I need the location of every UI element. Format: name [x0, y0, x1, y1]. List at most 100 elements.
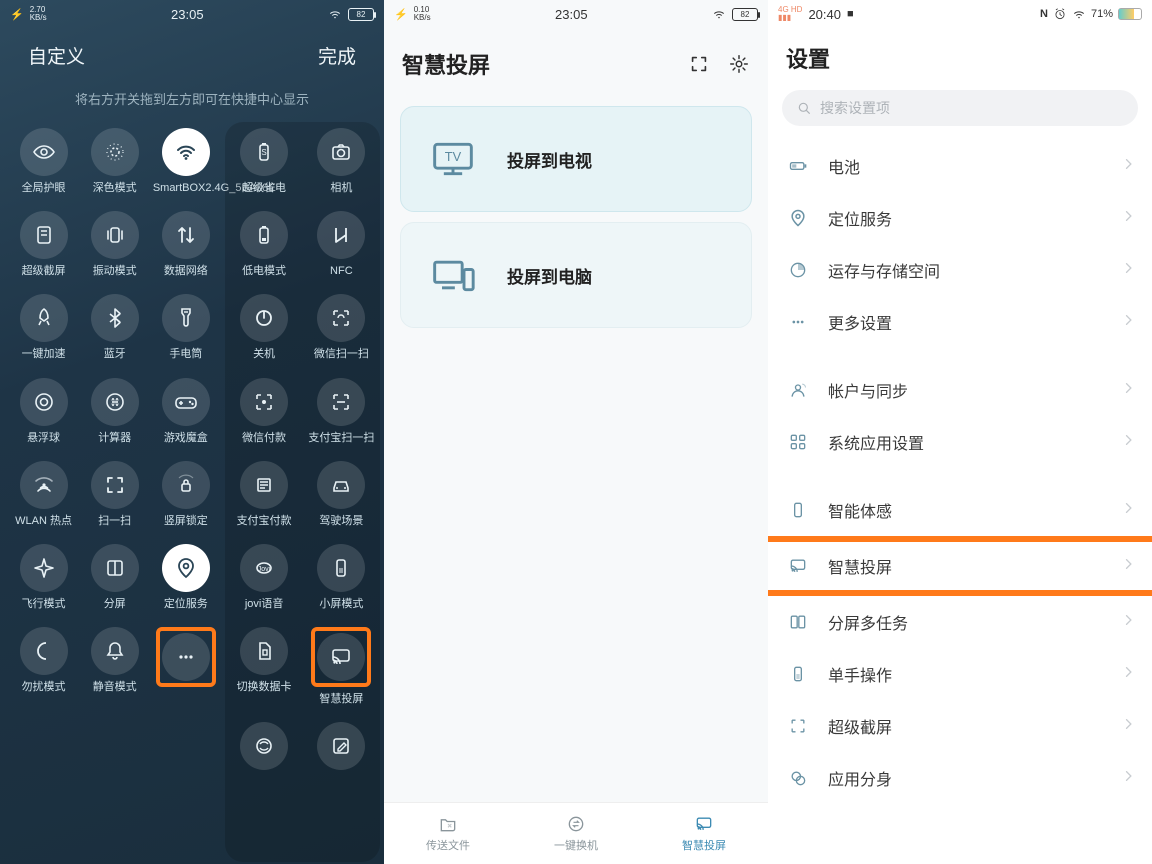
cast-icon: [784, 556, 812, 576]
qs-record[interactable]: 悬浮球: [8, 372, 79, 455]
qs-hotspot[interactable]: WLAN 热点: [8, 455, 79, 538]
power-icon: [240, 294, 288, 342]
qs-calc[interactable]: 计算器: [79, 372, 150, 455]
motion-icon: [784, 500, 812, 520]
screenshot-long-icon: [20, 211, 68, 259]
qs-location[interactable]: 定位服务: [150, 538, 221, 621]
cast-card-pc[interactable]: 投屏到电脑: [400, 222, 752, 328]
clone-icon: [784, 768, 812, 788]
qs-split[interactable]: 分屏: [79, 538, 150, 621]
alipay-code-icon: [240, 461, 288, 509]
nav-folder[interactable]: 传送文件: [384, 803, 512, 864]
gamebox-icon: [162, 378, 210, 426]
qs-flashlight[interactable]: 手电筒: [150, 288, 221, 371]
qs-sim[interactable]: 切换数据卡: [225, 621, 302, 716]
qs-alipay-scan[interactable]: 支付宝扫一扫: [303, 372, 380, 455]
qs-nfc[interactable]: NFC: [303, 205, 380, 288]
qs-lock-rotate[interactable]: 竖屏锁定: [150, 455, 221, 538]
qs-cast[interactable]: 智慧投屏: [303, 621, 380, 716]
qs-scan-sq[interactable]: 扫一扫: [79, 455, 150, 538]
qs-eye[interactable]: 全局护眼: [8, 122, 79, 205]
nav-swap[interactable]: 一键换机: [512, 803, 640, 864]
qs-jovi[interactable]: jovi语音: [225, 538, 302, 621]
settings-more[interactable]: 更多设置: [768, 296, 1152, 348]
chevron-right-icon: [1124, 381, 1134, 400]
settings-onehand[interactable]: 单手操作: [768, 648, 1152, 700]
wechat-scan-icon: [317, 294, 365, 342]
status-bar: ⚡ 0.10KB/s 23:05 82: [384, 0, 768, 28]
qs-vibrate[interactable]: 振动模式: [79, 205, 150, 288]
flashlight-icon: [162, 294, 210, 342]
qs-car[interactable]: 驾驶场景: [303, 455, 380, 538]
swap-icon: [565, 814, 587, 834]
battery-icon: 82: [732, 8, 758, 21]
lens-icon: [240, 722, 288, 770]
qs-bell[interactable]: 静音模式: [79, 621, 150, 704]
qs-screenshot-long[interactable]: 超级截屏: [8, 205, 79, 288]
hotspot-icon: [20, 461, 68, 509]
settings-motion[interactable]: 智能体感: [768, 484, 1152, 536]
status-bar: ⚡ 2.70KB/s 23:05 82: [0, 0, 384, 28]
qs-wechat-pay[interactable]: 微信付款: [225, 372, 302, 455]
chevron-right-icon: [1124, 313, 1134, 332]
chevron-right-icon: [1124, 209, 1134, 228]
qs-battery-s[interactable]: 超级省电: [225, 122, 302, 205]
qs-power[interactable]: 关机: [225, 288, 302, 371]
charging-icon: ⚡: [394, 8, 408, 21]
qs-more[interactable]: [150, 621, 221, 704]
qs-bluetooth[interactable]: 蓝牙: [79, 288, 150, 371]
wifi-icon: [1072, 9, 1086, 19]
data-icon: [162, 211, 210, 259]
status-bar: 4G HD▮▮▮ 20:40 ■ N 71%: [768, 0, 1152, 28]
charging-icon: ⚡: [10, 8, 24, 21]
gear-icon[interactable]: [728, 53, 750, 75]
settings-storage[interactable]: 运存与存储空间: [768, 244, 1152, 296]
qs-wechat-scan[interactable]: 微信扫一扫: [303, 288, 380, 371]
qs-gamebox[interactable]: 游戏魔盒: [150, 372, 221, 455]
search-input[interactable]: 搜索设置项: [782, 90, 1138, 126]
calc-icon: [91, 378, 139, 426]
done-button[interactable]: 完成: [318, 42, 356, 69]
lock-rotate-icon: [162, 461, 210, 509]
bottom-nav: 传送文件 一键换机 智慧投屏: [384, 802, 768, 864]
edit-icon: [317, 722, 365, 770]
apps-icon: [784, 432, 812, 452]
moon-icon: [20, 627, 68, 675]
qs-airplane[interactable]: 飞行模式: [8, 538, 79, 621]
chevron-right-icon: [1124, 769, 1134, 788]
settings-clone[interactable]: 应用分身: [768, 752, 1152, 804]
settings-screenshot[interactable]: 超级截屏: [768, 700, 1152, 752]
settings-multiwin[interactable]: 分屏多任务: [768, 596, 1152, 648]
qs-battery-low[interactable]: 低电模式: [225, 205, 302, 288]
cast-card-tv[interactable]: 投屏到电视: [400, 106, 752, 212]
qs-rocket[interactable]: 一键加速: [8, 288, 79, 371]
qs-sun-dim[interactable]: 深色模式: [79, 122, 150, 205]
qs-camera[interactable]: 相机: [303, 122, 380, 205]
settings-battery[interactable]: 电池: [768, 140, 1152, 192]
wifi-icon: [328, 9, 342, 19]
chevron-right-icon: [1124, 157, 1134, 176]
qs-miniwindow[interactable]: 小屏模式: [303, 538, 380, 621]
onehand-icon: [784, 664, 812, 684]
account-icon: [784, 380, 812, 400]
settings-panel: 4G HD▮▮▮ 20:40 ■ N 71% 设置 搜索设置项 电池: [768, 0, 1152, 864]
more-icon: [784, 312, 812, 332]
settings-cast[interactable]: 智慧投屏: [768, 542, 1152, 590]
scan-icon[interactable]: [688, 53, 710, 75]
qs-wifi[interactable]: SmartBOX2.4G_5BA08E: [150, 122, 221, 205]
qs-alipay-code[interactable]: 支付宝付款: [225, 455, 302, 538]
settings-account[interactable]: 帐户与同步: [768, 364, 1152, 416]
battery-icon: [784, 156, 812, 176]
settings-location[interactable]: 定位服务: [768, 192, 1152, 244]
settings-apps[interactable]: 系统应用设置: [768, 416, 1152, 468]
status-time: 20:40: [808, 7, 841, 22]
qs-moon[interactable]: 勿扰模式: [8, 621, 79, 704]
location-icon: [162, 544, 210, 592]
qs-data[interactable]: 数据网络: [150, 205, 221, 288]
screenshot-icon: [784, 716, 812, 736]
nfc-icon: [317, 211, 365, 259]
qs-lens[interactable]: [225, 716, 302, 786]
qs-edit[interactable]: [303, 716, 380, 786]
nav-cast[interactable]: 智慧投屏: [640, 803, 768, 864]
wechat-pay-icon: [240, 378, 288, 426]
